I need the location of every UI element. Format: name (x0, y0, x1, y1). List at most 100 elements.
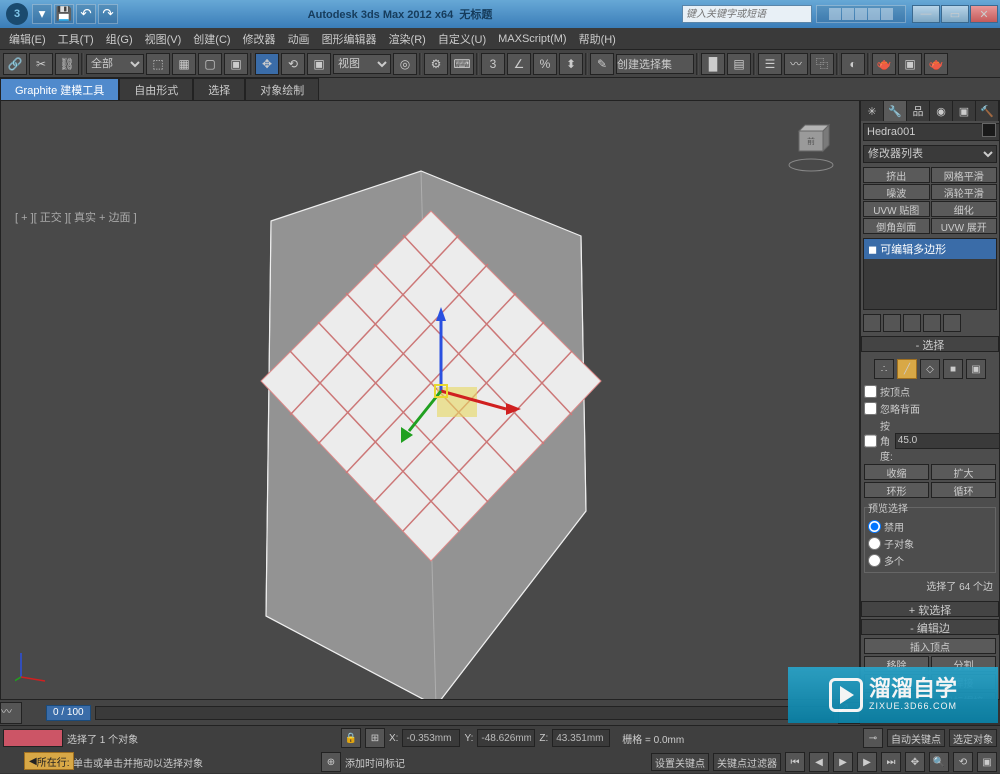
help-search-input[interactable] (682, 5, 812, 23)
link-icon[interactable]: 🔗 (3, 53, 27, 75)
maximize-button[interactable]: ▭ (941, 5, 969, 23)
ribbon-tab-selection[interactable]: 选择 (193, 78, 245, 100)
hierarchy-tab-icon[interactable]: 品 (907, 101, 930, 121)
pin-stack-icon[interactable] (863, 314, 881, 332)
qat-undo-icon[interactable]: ↶ (76, 4, 96, 24)
subobj-element-icon[interactable]: ▣ (966, 359, 986, 379)
modifier-list[interactable]: 修改器列表 (863, 145, 997, 163)
render-frame-icon[interactable]: ▣ (898, 53, 922, 75)
modifier-stack[interactable]: ◼ 可编辑多边形 (863, 238, 997, 310)
btn-extrude[interactable]: 挤出 (863, 167, 930, 183)
subobj-border-icon[interactable]: ◇ (920, 359, 940, 379)
play-start-icon[interactable]: ⏮ (785, 752, 805, 772)
selkey-combo[interactable]: 选定对象 (949, 729, 997, 747)
angle-snap-icon[interactable]: ∠ (507, 53, 531, 75)
nav-max-icon[interactable]: ▣ (977, 752, 997, 772)
move-icon[interactable]: ✥ (255, 53, 279, 75)
nav-zoom-icon[interactable]: 🔍 (929, 752, 949, 772)
ribbon-tab-paint[interactable]: 对象绘制 (245, 78, 319, 100)
addtime-label[interactable]: 添加时间标记 (345, 755, 405, 770)
ribbon-tab-graphite[interactable]: Graphite 建模工具 (0, 78, 119, 100)
selection-filter[interactable]: 全部 (86, 54, 144, 74)
frame-indicator[interactable]: 0 / 100 (46, 705, 91, 721)
menu-grapheditors[interactable]: 图形编辑器 (316, 29, 383, 49)
abs-rel-icon[interactable]: ⊞ (365, 728, 385, 748)
menu-rendering[interactable]: 渲染(R) (383, 29, 432, 49)
btn-loop[interactable]: 循环 (931, 482, 996, 498)
nav-pan-icon[interactable]: ✥ (905, 752, 925, 772)
percent-snap-icon[interactable]: % (533, 53, 557, 75)
object-name-input[interactable] (863, 123, 1000, 141)
btn-meshsmooth[interactable]: 网格平滑 (931, 167, 998, 183)
ribbon-tab-freeform[interactable]: 自由形式 (119, 78, 193, 100)
btn-noise[interactable]: 噪波 (863, 184, 930, 200)
select-name-icon[interactable]: ▦ (172, 53, 196, 75)
align-icon[interactable]: ▤ (727, 53, 751, 75)
unique-icon[interactable] (903, 314, 921, 332)
addtime-icon[interactable]: ⊕ (321, 752, 341, 772)
radio-disable[interactable]: 禁用 (868, 518, 992, 535)
curve-editor-icon[interactable]: 〰 (784, 53, 808, 75)
menu-animation[interactable]: 动画 (282, 29, 316, 49)
menu-help[interactable]: 帮助(H) (573, 29, 622, 49)
play-icon[interactable]: ▶ (833, 752, 853, 772)
play-end-icon[interactable]: ⏭ (881, 752, 901, 772)
goto-line[interactable]: ◀ 所在行: (24, 752, 74, 770)
subobj-edge-icon[interactable]: ╱ (897, 359, 917, 379)
btn-grow[interactable]: 扩大 (931, 464, 996, 480)
timeline-track[interactable] (95, 706, 834, 720)
selection-lock-icon[interactable] (3, 729, 63, 747)
show-end-icon[interactable] (883, 314, 901, 332)
schematic-icon[interactable]: ⿻ (810, 53, 834, 75)
nav-orbit-icon[interactable]: ⟲ (953, 752, 973, 772)
chk-ignoreback[interactable]: 忽略背面 (864, 400, 996, 417)
autokey-button[interactable]: 自动关键点 (887, 729, 945, 747)
chk-byvertex[interactable]: 按顶点 (864, 383, 996, 400)
chk-byangle[interactable]: 按角度: (864, 417, 893, 464)
app-logo[interactable]: 3 (6, 3, 28, 25)
display-tab-icon[interactable]: ▣ (953, 101, 976, 121)
lock-icon[interactable]: 🔒 (341, 728, 361, 748)
key-mode-icon[interactable]: ⊸ (863, 728, 883, 748)
byangle-input[interactable] (895, 433, 1000, 449)
named-selset-input[interactable] (616, 54, 694, 74)
ref-coord-system[interactable]: 视图 (333, 54, 391, 74)
unlink-icon[interactable]: ✂ (29, 53, 53, 75)
radio-subobj[interactable]: 子对象 (868, 535, 992, 552)
mini-curve-icon[interactable]: 〰 (0, 702, 22, 724)
remove-mod-icon[interactable] (923, 314, 941, 332)
menu-group[interactable]: 组(G) (100, 29, 139, 49)
configure-icon[interactable] (943, 314, 961, 332)
object-color-swatch[interactable] (982, 123, 996, 137)
btn-insertvert[interactable]: 插入顶点 (864, 638, 996, 654)
menu-maxscript[interactable]: MAXScript(M) (492, 31, 572, 47)
menu-create[interactable]: 创建(C) (187, 29, 236, 49)
rollout-editedge[interactable]: - 编辑边 (861, 619, 999, 635)
mirror-icon[interactable]: ▐▌ (701, 53, 725, 75)
pivot-icon[interactable]: ◎ (393, 53, 417, 75)
window-crossing-icon[interactable]: ▣ (224, 53, 248, 75)
coord-y-input[interactable] (477, 729, 535, 747)
rollout-selection[interactable]: - 选择 (861, 336, 999, 352)
rollout-softsel[interactable]: + 软选择 (861, 601, 999, 617)
qat-save-icon[interactable]: 💾 (54, 4, 74, 24)
scale-icon[interactable]: ▣ (307, 53, 331, 75)
subobj-vertex-icon[interactable]: ∴ (874, 359, 894, 379)
btn-uvwunwrap[interactable]: UVW 展开 (931, 218, 998, 234)
menu-modifiers[interactable]: 修改器 (237, 29, 282, 49)
select-region-icon[interactable]: ▢ (198, 53, 222, 75)
spinner-snap-icon[interactable]: ⬍ (559, 53, 583, 75)
render-icon[interactable]: 🫖 (924, 53, 948, 75)
coord-z-input[interactable] (552, 729, 610, 747)
subobj-polygon-icon[interactable]: ■ (943, 359, 963, 379)
btn-uvwmap[interactable]: UVW 贴图 (863, 201, 930, 217)
rotate-icon[interactable]: ⟲ (281, 53, 305, 75)
minimize-button[interactable]: — (912, 5, 940, 23)
bind-icon[interactable]: ⛓ (55, 53, 79, 75)
menu-tools[interactable]: 工具(T) (52, 29, 100, 49)
keyboard-icon[interactable]: ⌨ (450, 53, 474, 75)
select-icon[interactable]: ⬚ (146, 53, 170, 75)
modify-tab-icon[interactable]: 🔧 (884, 101, 907, 121)
btn-tessellate[interactable]: 细化 (931, 201, 998, 217)
manipulate-icon[interactable]: ⚙ (424, 53, 448, 75)
